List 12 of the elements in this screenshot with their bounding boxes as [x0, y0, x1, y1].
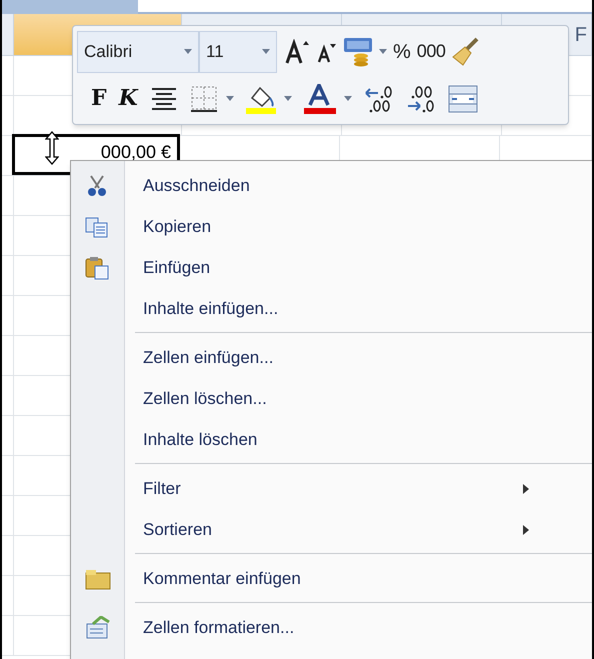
menu-item-label: Kommentar einfügen: [142, 568, 302, 590]
menu-item-label: Inhalte löschen: [142, 428, 258, 451]
menu-item-label: Zellen einfügen...: [142, 346, 274, 369]
menu-item-label: Zellen formatieren...: [142, 616, 296, 639]
menu-item-label: Ausschneiden: [142, 174, 251, 197]
cell-value: 000,00 €: [100, 141, 171, 163]
menu-item-label: Zellen löschen...: [142, 388, 268, 410]
menu-item-label: Kopieren: [142, 216, 212, 238]
menu-item-label: Filter: [142, 478, 182, 500]
menu-item-label: Inhalte einfügen...: [142, 298, 280, 320]
menu-item-label: Sortieren: [142, 518, 213, 541]
menu-item-label: Einfügen: [142, 256, 212, 279]
